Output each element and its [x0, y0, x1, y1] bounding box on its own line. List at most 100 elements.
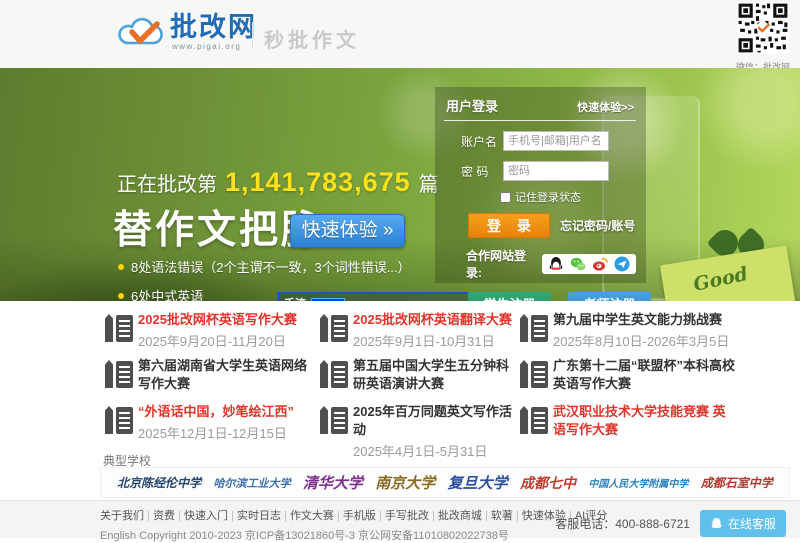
hero-banner: Good 正在批改第 1,141,783,675 篇 替作文把脉 快速体验 » … — [0, 68, 800, 301]
contest-item[interactable]: 武汉职业技术大学技能竞赛 英语写作大赛 — [518, 403, 778, 449]
qq-icon[interactable] — [548, 256, 564, 272]
school-logo[interactable]: 哈尔滨工业大学 — [214, 475, 291, 491]
bullet-dot-icon — [118, 263, 124, 270]
bullet-text: 8处语法错误（2个主谓不一致，3个词性错误...） — [131, 260, 411, 275]
contest-title[interactable]: 广东第十二届“联盟杯”本科高校英语写作大赛 — [553, 358, 735, 391]
contest-date: 2025年9月1日-10月31日 — [353, 334, 495, 349]
bullet-text: 6处中式英语 — [131, 289, 204, 301]
footer-link[interactable]: 软著 — [491, 510, 522, 522]
qr-code-icon — [737, 2, 789, 54]
remember-label: 记住登录状态 — [515, 192, 581, 204]
counter-number: 1,141,783,675 — [225, 167, 411, 197]
counter-prefix: 正在批改第 — [117, 174, 217, 196]
pencil-paper-icon — [518, 313, 548, 344]
online-service-label: 在线客服 — [727, 517, 776, 531]
contest-item[interactable]: 广东第十二届“联盟杯”本科高校英语写作大赛 — [518, 357, 778, 403]
login-panel: 用户登录 快速体验>> 账户名 密 码 记住登录状态 登 录 忘记密码/账号 合… — [435, 87, 651, 301]
contest-item[interactable]: 2025年百万同题英文写作活动 2025年4月1日-5月31日 — [318, 403, 518, 459]
account-input[interactable] — [503, 131, 609, 151]
contest-date: 2025年9月20日-11月20日 — [138, 334, 286, 349]
school-logo[interactable]: 中国人民大学附属中学 — [588, 475, 688, 490]
login-button[interactable]: 登 录 — [468, 213, 550, 238]
teacher-register-button[interactable]: 老师注册 — [568, 292, 651, 301]
pencil-paper-icon — [103, 313, 133, 344]
contest-title[interactable]: 武汉职业技术大学技能竞赛 英语写作大赛 — [553, 404, 726, 437]
footer-link[interactable]: 手写批改 — [385, 510, 438, 522]
pencil-paper-icon — [103, 405, 133, 436]
school-logo[interactable]: 成都石室中学 — [701, 474, 773, 491]
footer-link[interactable]: 实时日志 — [237, 510, 290, 522]
contest-date: 2025年12月1日-12月15日 — [138, 426, 287, 441]
school-logo[interactable]: 清华大学 — [303, 472, 363, 493]
contest-title[interactable]: 2025批改网杯英语写作大赛 — [138, 312, 297, 327]
quick-try-button[interactable]: 快速体验 » — [290, 214, 405, 248]
paperplane-icon[interactable] — [614, 256, 630, 272]
partner-login-row: 合作网站登录: — [466, 247, 636, 281]
school-logo[interactable]: 南京大学 — [375, 472, 435, 493]
contest-date: 2025年8月10日-2026年3月5日 — [553, 334, 730, 349]
footer-links: 关于我们资费快速入门实时日志作文大赛手机版手写批改批改商城软著快速体验AI评分 — [100, 507, 607, 523]
site-url: www.pigai.org — [172, 42, 242, 51]
footer-link[interactable]: 资费 — [153, 510, 184, 522]
site-tagline: 秒批作文 — [264, 30, 360, 52]
pencil-paper-icon — [518, 405, 548, 436]
school-logo[interactable]: 北京陈经伦中学 — [117, 474, 201, 491]
pencil-paper-icon — [318, 313, 348, 344]
contest-item[interactable]: 第五届中国大学生五分钟科研英语演讲大赛 — [318, 357, 518, 403]
contest-item[interactable]: “外语话中国，妙笔绘江西” 2025年12月1日-12月15日 — [103, 403, 318, 449]
footer-right: 客服电话：400-888-6721 在线客服 — [555, 510, 786, 537]
school-logo[interactable]: 复旦大学 — [448, 472, 508, 493]
pencil-paper-icon — [518, 359, 548, 390]
login-header: 用户登录 快速体验>> — [444, 96, 636, 121]
site-logo[interactable]: 批改网 www.pigai.org — [118, 14, 257, 51]
teacher-register-col: 老师注册 老师不会用,点击这里 — [568, 292, 651, 301]
service-phone: 客服电话：400-888-6721 — [555, 517, 690, 531]
contest-title[interactable]: 第六届湖南省大学生英语网络写作大赛 — [138, 358, 307, 391]
login-button-row: 登 录 忘记密码/账号 — [468, 213, 636, 238]
contest-title[interactable]: “外语话中国，妙笔绘江西” — [138, 404, 294, 419]
contest-title[interactable]: 2025年百万同题英文写作活动 — [353, 404, 512, 437]
wechat-icon[interactable] — [570, 256, 586, 272]
footer-link[interactable]: 关于我们 — [100, 510, 153, 522]
student-register-button[interactable]: 学生注册 — [468, 292, 551, 301]
footer-link[interactable]: 作文大赛 — [290, 510, 343, 522]
contest-title[interactable]: 第九届中学生英文能力挑战赛 — [553, 312, 722, 327]
login-title: 用户登录 — [446, 99, 499, 114]
schools-logo-strip: 北京陈经伦中学 哈尔滨工业大学 清华大学 南京大学 复旦大学 成都七中 中国人民… — [100, 467, 790, 498]
qianliu-watermark: 千流 导航 QL qianliu.com — [277, 292, 477, 301]
watermark-badge: QL — [311, 297, 346, 301]
account-label: 账户名 — [461, 134, 498, 149]
footer-link[interactable]: 批改商城 — [438, 510, 491, 522]
contest-item[interactable]: 第六届湖南省大学生英语网络写作大赛 — [103, 357, 318, 403]
pencil-paper-icon — [318, 405, 348, 436]
password-label: 密 码 — [461, 164, 489, 179]
pencil-paper-icon — [318, 359, 348, 390]
footer-link[interactable]: 快速入门 — [184, 510, 237, 522]
contest-title[interactable]: 2025批改网杯英语翻译大赛 — [353, 312, 512, 327]
online-service-button[interactable]: 在线客服 — [699, 510, 786, 537]
contest-title[interactable]: 第五届中国大学生五分钟科研英语演讲大赛 — [353, 358, 509, 391]
contest-item[interactable]: 2025批改网杯英语翻译大赛 2025年9月1日-10月31日 — [318, 311, 518, 357]
forgot-password-link[interactable]: 忘记密码/账号 — [560, 217, 635, 234]
contest-item[interactable]: 第九届中学生英文能力挑战赛 2025年8月10日-2026年3月5日 — [518, 311, 778, 357]
watermark-site: qianliu.com — [350, 299, 467, 302]
remember-checkbox[interactable] — [500, 191, 511, 203]
wechat-qr-box: 微信：批改网 — [734, 2, 792, 73]
watermark-cn-text: 千流 导航 — [284, 298, 306, 301]
cloud-check-logo-icon — [118, 17, 163, 44]
partner-login-label: 合作网站登录: — [466, 249, 527, 280]
register-row: 学生注册 学生不会用,点击这里 老师注册 老师不会用,点击这里 — [468, 292, 651, 301]
password-input[interactable] — [503, 161, 609, 181]
login-quick-try-link[interactable]: 快速体验>> — [577, 99, 634, 115]
logo-text: 批改网 www.pigai.org — [170, 14, 257, 52]
contest-item[interactable]: 2025批改网杯英语写作大赛 2025年9月20日-11月20日 — [103, 311, 318, 357]
footer-link[interactable]: 手机版 — [343, 510, 385, 522]
school-logo[interactable]: 成都七中 — [520, 473, 576, 493]
header-divider — [252, 22, 253, 48]
contest-date: 2025年4月1日-5月31日 — [353, 444, 488, 459]
account-row: 账户名 — [461, 131, 636, 151]
weibo-icon[interactable] — [592, 256, 608, 272]
qq-service-icon — [711, 517, 722, 528]
bullet-dot-icon — [118, 292, 124, 299]
essay-counter: 正在批改第 1,141,783,675 篇 — [117, 167, 439, 198]
